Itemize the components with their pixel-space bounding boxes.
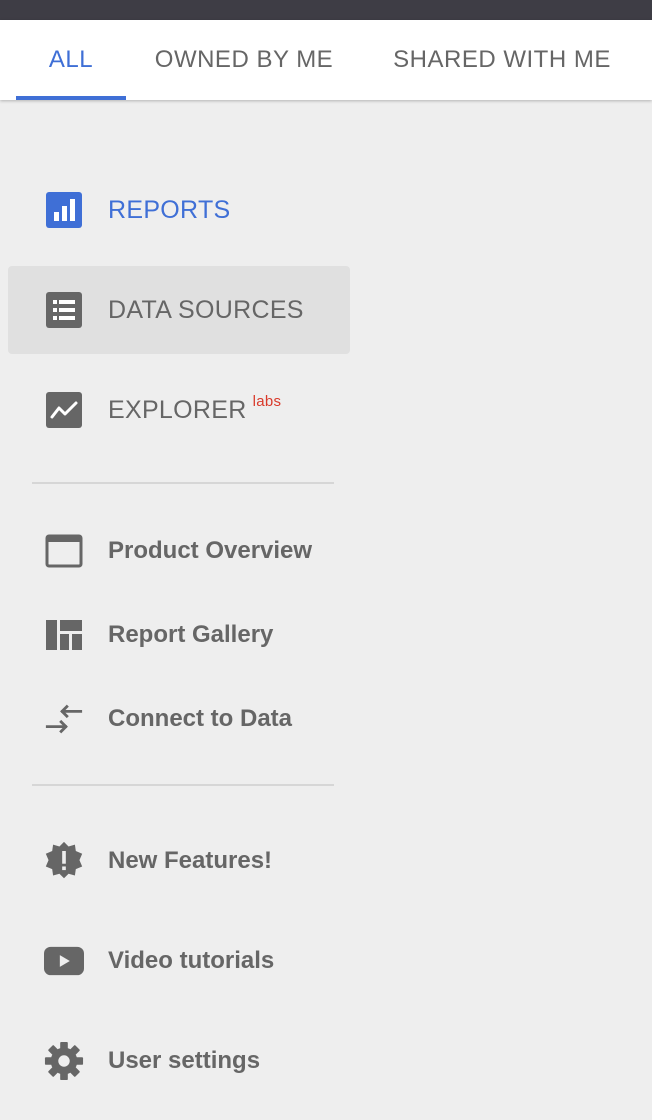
divider: [32, 784, 334, 786]
dashboard-grid-icon: [44, 615, 84, 655]
browser-window-icon: [44, 531, 84, 571]
explorer-text: EXPLORER: [108, 395, 247, 424]
gear-icon: [44, 1041, 84, 1081]
link-report-gallery[interactable]: Report Gallery: [8, 603, 350, 667]
link-label-new-features: New Features!: [108, 847, 273, 874]
tab-shared-with-me[interactable]: SHARED WITH ME: [378, 20, 626, 100]
tab-bar: ALL OWNED BY ME SHARED WITH ME: [0, 20, 652, 100]
tab-all[interactable]: ALL: [16, 20, 126, 100]
nav-item-reports[interactable]: REPORTS: [8, 166, 350, 254]
active-tab-indicator: [16, 96, 126, 100]
link-label-connect-to-data: Connect to Data: [108, 705, 293, 732]
link-label-user-settings: User settings: [108, 1047, 261, 1074]
tab-owned-by-me[interactable]: OWNED BY ME: [140, 20, 348, 100]
link-video-tutorials[interactable]: Video tutorials: [8, 929, 350, 993]
link-connect-to-data[interactable]: Connect to Data: [8, 687, 350, 751]
link-label-report-gallery: Report Gallery: [108, 621, 274, 648]
nav-label-reports: REPORTS: [108, 195, 231, 224]
link-product-overview[interactable]: Product Overview: [8, 519, 350, 583]
nav-item-explorer[interactable]: EXPLORER labs: [8, 366, 350, 454]
link-new-features[interactable]: New Features!: [8, 829, 350, 893]
labs-badge: labs: [252, 392, 282, 410]
connect-arrows-icon: [44, 699, 84, 739]
link-user-settings[interactable]: User settings: [8, 1029, 350, 1093]
nav-item-data-sources[interactable]: DATA SOURCES: [8, 266, 350, 354]
top-bar: [0, 0, 652, 20]
nav-label-data-sources: DATA SOURCES: [108, 295, 304, 324]
trend-line-icon: [44, 390, 84, 430]
link-label-product-overview: Product Overview: [108, 537, 313, 564]
link-label-video-tutorials: Video tutorials: [108, 947, 275, 974]
new-badge-icon: [44, 841, 84, 881]
youtube-play-icon: [44, 941, 84, 981]
bar-chart-icon: [44, 190, 84, 230]
list-icon: [44, 290, 84, 330]
nav-label-explorer: EXPLORER labs: [108, 392, 282, 425]
divider: [32, 482, 334, 484]
